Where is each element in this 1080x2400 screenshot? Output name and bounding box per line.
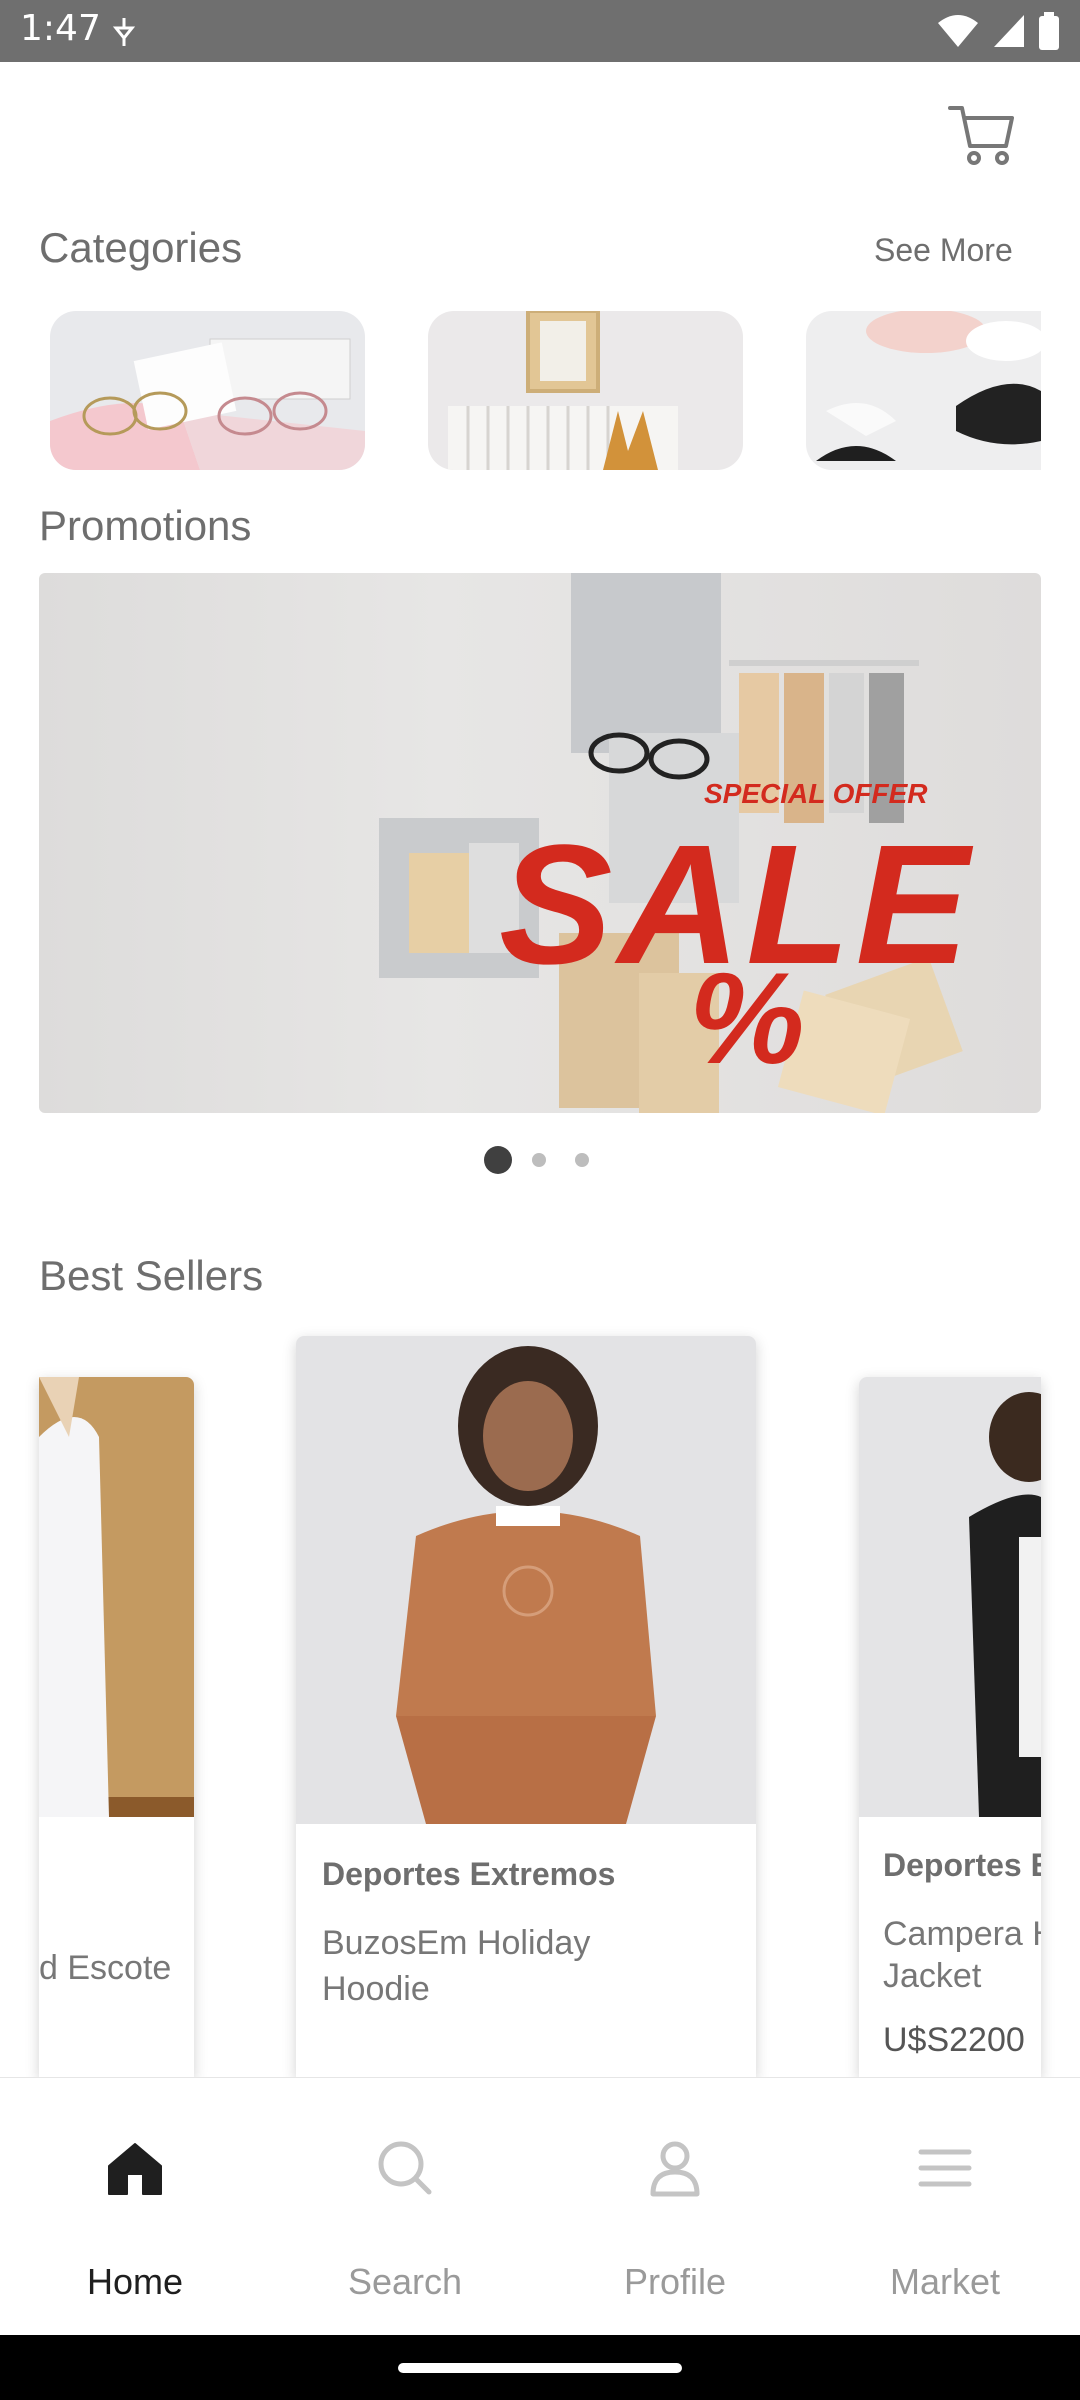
nav-market-label: Market	[889, 2261, 1001, 2302]
category-card-home-decor[interactable]	[428, 311, 743, 470]
product-image	[39, 1377, 194, 1817]
profile-icon	[650, 2141, 700, 2197]
sale-banner-image: SPECIAL OFFER SALE %	[379, 573, 974, 1113]
category-card-eyewear[interactable]	[50, 311, 365, 470]
cart-icon[interactable]	[946, 100, 1016, 170]
signal-icon	[994, 15, 1024, 47]
categories-title: Categories	[39, 224, 243, 271]
nav-home-label: Home	[86, 2261, 184, 2302]
menu-icon	[918, 2149, 972, 2187]
product-card-featured[interactable]: Deportes Extremos BuzosEm Holiday Hoodie	[296, 1336, 756, 2077]
home-decor-image	[428, 311, 743, 470]
nav-status-icon	[112, 18, 136, 46]
nav-search-label: Search	[347, 2261, 463, 2302]
category-card-shoes[interactable]	[806, 311, 1041, 470]
pager-dot-active[interactable]	[484, 1146, 512, 1174]
nav-home[interactable]: Home	[0, 2078, 270, 2336]
eyewear-image	[50, 311, 365, 470]
promo-banner[interactable]: SPECIAL OFFER SALE %	[39, 573, 1041, 1113]
product-brand: Deportes E	[883, 1847, 1041, 1883]
status-icons	[936, 12, 1060, 50]
pager-dot[interactable]	[532, 1153, 546, 1167]
search-icon	[378, 2141, 432, 2195]
see-more-link[interactable]: See More	[874, 232, 1013, 269]
nav-market[interactable]: Market	[810, 2078, 1080, 2336]
wifi-icon	[938, 15, 978, 47]
best-sellers-title: Best Sellers	[39, 1252, 264, 1299]
bottom-navigation: Home Search Profile Market	[0, 2077, 1080, 2336]
status-bar: 1:47	[0, 0, 1080, 62]
percent-text: %	[689, 945, 805, 1091]
product-price: U$S2200	[883, 2021, 1025, 2059]
product-brand: Deportes Extremos	[322, 1856, 616, 1892]
battery-icon	[1039, 12, 1059, 50]
nav-profile[interactable]: Profile	[540, 2078, 810, 2336]
home-icon	[108, 2143, 162, 2195]
home-gesture-handle[interactable]	[398, 2363, 682, 2373]
product-name: Campera H	[883, 1915, 1041, 1953]
product-name-line2: Hoodie	[322, 1970, 430, 2008]
product-name: BuzosEm Holiday	[322, 1924, 591, 1962]
shoes-image	[806, 311, 1041, 470]
product-card[interactable]: Deportes E Campera H Jacket U$S2200	[859, 1377, 1041, 2077]
special-offer-text: SPECIAL OFFER	[704, 778, 928, 809]
promotions-title: Promotions	[39, 502, 252, 549]
product-card[interactable]: d Escote	[39, 1377, 194, 2077]
status-time: 1:47	[20, 8, 101, 49]
product-name-line2: Jacket	[883, 1957, 982, 1995]
nav-search[interactable]: Search	[270, 2078, 540, 2336]
product-image	[296, 1336, 756, 1824]
pager-dot[interactable]	[575, 1153, 589, 1167]
nav-profile-label: Profile	[623, 2261, 727, 2302]
product-name: d Escote	[39, 1949, 172, 1987]
product-image	[859, 1377, 1041, 1817]
